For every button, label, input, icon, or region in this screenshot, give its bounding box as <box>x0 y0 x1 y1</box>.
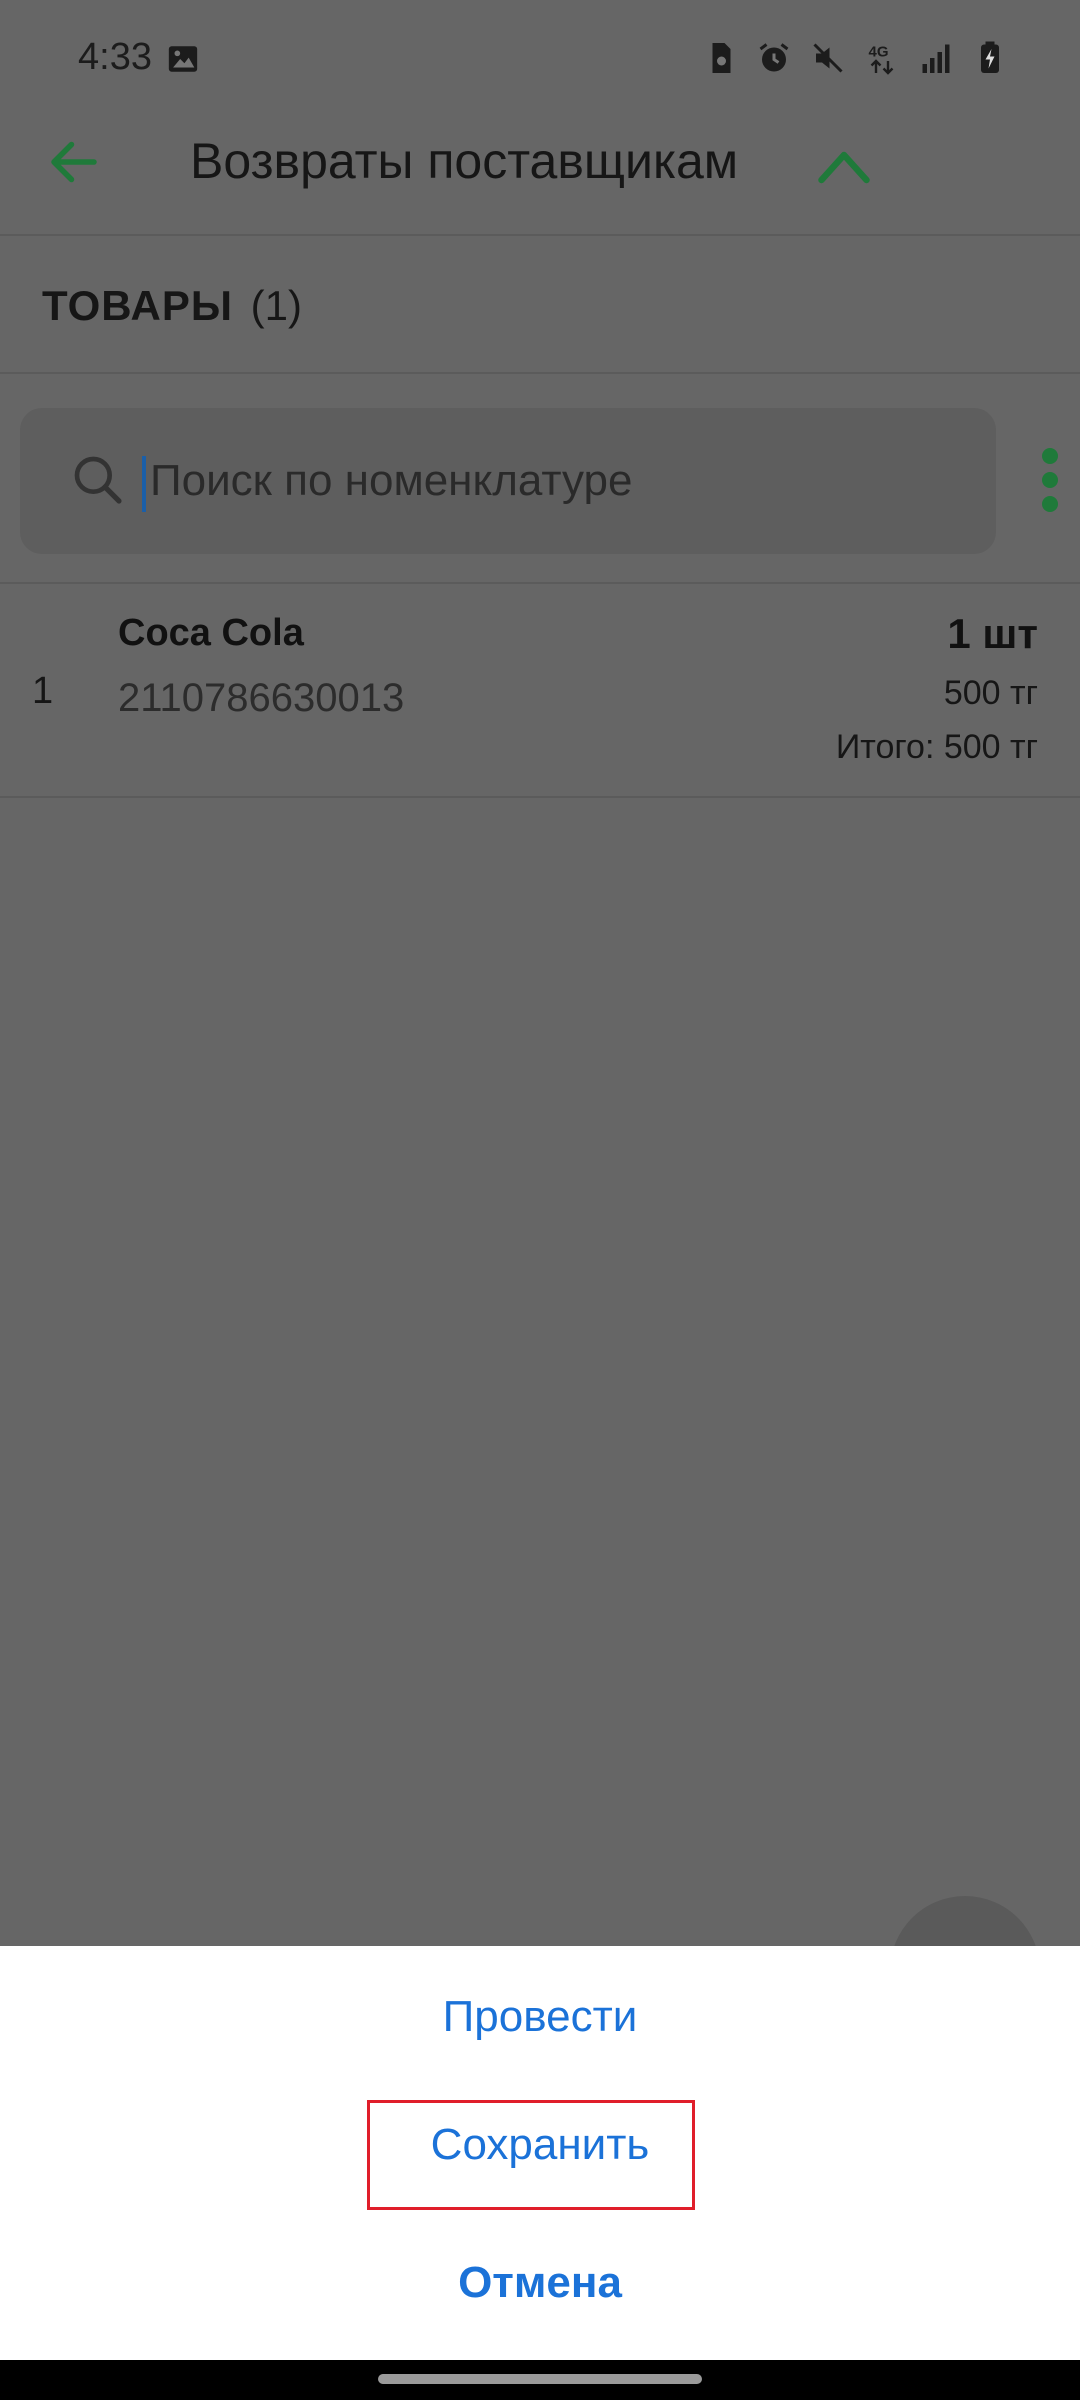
app-bar: Возвраты поставщикам <box>0 110 1080 236</box>
list-item[interactable]: 1 Coca Cola 2110786630013 1 шт 500 тг Ит… <box>0 586 1080 798</box>
alarm-icon <box>759 43 789 72</box>
text-cursor <box>142 456 146 512</box>
status-time: 4:33 <box>78 36 152 78</box>
action-sheet: Провести Сохранить Отмена <box>0 1946 1080 2360</box>
item-total: Итого: 500 тг <box>835 728 1038 766</box>
status-icons: 4G <box>702 40 1008 76</box>
signal-icon <box>922 44 950 73</box>
status-bar: 4:33 4G <box>0 0 1080 110</box>
item-price: 500 тг <box>943 674 1038 712</box>
back-arrow-icon[interactable] <box>44 132 104 192</box>
cancel-button[interactable]: Отмена <box>0 2258 1080 2308</box>
page-title: Возвраты поставщикам <box>190 133 739 189</box>
section-name: ТОВАРЫ <box>42 282 233 329</box>
section-count: (1) <box>250 282 302 329</box>
mute-icon <box>813 43 843 73</box>
item-name: Coca Cola <box>118 612 304 654</box>
sim-icon <box>712 43 731 73</box>
search-box[interactable] <box>20 408 996 554</box>
conduct-button[interactable]: Провести <box>0 1992 1080 2042</box>
svg-text:4G: 4G <box>869 44 889 61</box>
network-4g-icon: 4G <box>869 44 894 75</box>
item-barcode: 2110786630013 <box>118 676 405 720</box>
item-index: 1 <box>32 670 54 712</box>
more-vertical-icon[interactable] <box>1030 440 1070 520</box>
navigation-bar <box>0 2360 1080 2400</box>
save-button[interactable]: Сохранить <box>0 2120 1080 2170</box>
chevron-up-icon[interactable] <box>814 140 874 190</box>
home-gesture-handle[interactable] <box>378 2374 702 2384</box>
section-header: ТОВАРЫ (1) <box>0 238 1080 374</box>
section-title: ТОВАРЫ (1) <box>42 282 302 330</box>
screen: 4:33 4G Возвраты поставщикам ТОВАРЫ (1) … <box>0 0 1080 2400</box>
battery-charging-icon <box>981 41 999 73</box>
search-row <box>0 376 1080 584</box>
search-icon <box>74 456 122 504</box>
item-quantity: 1 шт <box>947 610 1038 657</box>
search-input[interactable] <box>150 446 970 516</box>
image-icon <box>168 46 198 72</box>
